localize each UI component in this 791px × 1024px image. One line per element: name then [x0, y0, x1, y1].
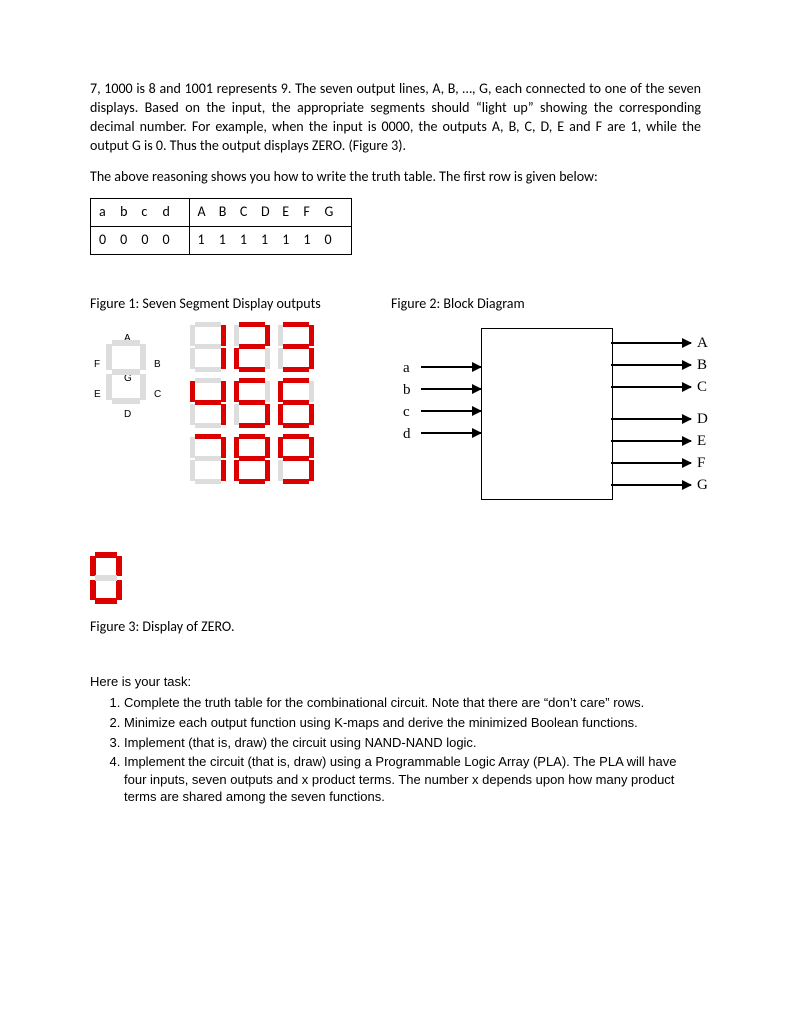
output-f: F	[697, 453, 705, 473]
seven-segment-sample: A B C D E F G	[90, 328, 350, 468]
digit-7	[190, 434, 226, 484]
task-intro: Here is your task:	[90, 673, 701, 691]
intro-paragraph-2: The above reasoning shows you how to wri…	[90, 168, 701, 187]
digit-4	[190, 378, 226, 428]
block-diagram: a b c d A B C D E F G	[391, 328, 701, 528]
tt-header-outputs: A B C D E F G	[189, 199, 351, 227]
zero-display	[90, 552, 701, 610]
seg-label-b: B	[154, 358, 161, 372]
input-a: a	[403, 358, 410, 378]
truth-table: a b c d A B C D E F G 0 0 0 0 1 1 1 1 1 …	[90, 198, 352, 255]
input-b: b	[403, 380, 411, 400]
task-item-1: Complete the truth table for the combina…	[124, 694, 701, 712]
seg-label-d: D	[124, 408, 131, 422]
output-d: D	[697, 409, 708, 429]
input-d: d	[403, 424, 411, 444]
digit-6	[278, 378, 314, 428]
digit-9	[278, 434, 314, 484]
digit-5	[234, 378, 270, 428]
tt-row-inputs: 0 0 0 0	[91, 227, 190, 255]
figure3-caption: Figure 3: Display of ZERO.	[90, 618, 701, 637]
task-list: Complete the truth table for the combina…	[124, 694, 701, 805]
seg-label-e: E	[94, 388, 101, 402]
digit-2	[234, 322, 270, 372]
input-c: c	[403, 402, 410, 422]
output-c: C	[697, 377, 707, 397]
seg-digit-blank	[106, 340, 146, 404]
output-b: B	[697, 355, 707, 375]
seg-label-f: F	[94, 358, 100, 372]
figure1-caption: Figure 1: Seven Segment Display outputs	[90, 295, 351, 314]
tt-header-inputs: a b c d	[91, 199, 190, 227]
digit-1	[190, 322, 226, 372]
output-a: A	[697, 333, 708, 353]
block-box	[481, 328, 613, 500]
digit-3	[278, 322, 314, 372]
digit-zero	[90, 552, 122, 604]
output-e: E	[697, 431, 706, 451]
task-item-4: Implement the circuit (that is, draw) us…	[124, 753, 701, 806]
seven-segment-grid	[190, 322, 314, 490]
output-g: G	[697, 475, 708, 495]
intro-paragraph-1: 7, 1000 is 8 and 1001 represents 9. The …	[90, 80, 701, 156]
task-item-3: Implement (that is, draw) the circuit us…	[124, 734, 701, 752]
seg-label-c: C	[154, 388, 161, 402]
digit-8	[234, 434, 270, 484]
tt-row-outputs: 1 1 1 1 1 1 0	[189, 227, 351, 255]
task-item-2: Minimize each output function using K-ma…	[124, 714, 701, 732]
figure2-caption: Figure 2: Block Diagram	[391, 295, 701, 314]
